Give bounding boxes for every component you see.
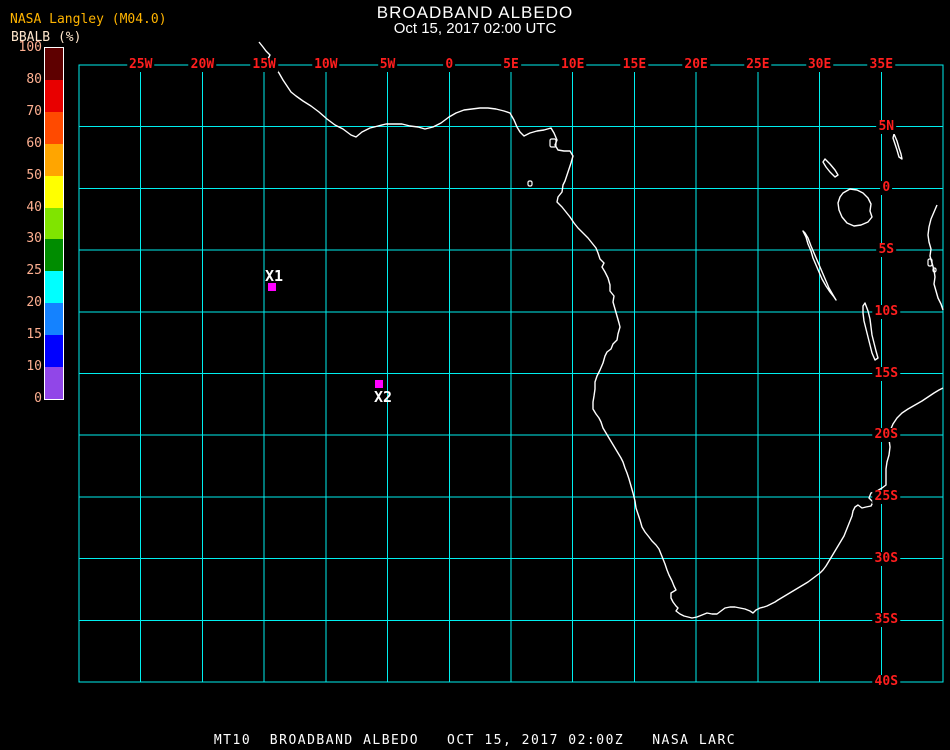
lake-outline bbox=[837, 188, 873, 227]
latitude-label: 5N bbox=[876, 118, 897, 134]
latitude-label: 25S bbox=[872, 488, 901, 504]
target-marker-x2 bbox=[375, 380, 383, 388]
longitude-label: 10E bbox=[558, 57, 587, 72]
footer-caption: MT10 BROADBAND ALBEDO OCT 15, 2017 02:00… bbox=[213, 733, 737, 748]
latitude-label: 20S bbox=[872, 427, 901, 443]
longitude-label: 15W bbox=[250, 57, 278, 72]
longitude-label: 5E bbox=[501, 57, 521, 72]
longitude-label: 35E bbox=[867, 57, 896, 72]
albedo-product-screen: BROADBAND ALBEDO Oct 15, 2017 02:00 UTC … bbox=[0, 0, 950, 750]
longitude-label: 30E bbox=[805, 57, 834, 72]
lake-outline bbox=[892, 133, 903, 160]
island-outline bbox=[527, 180, 533, 187]
latitude-label: 0 bbox=[880, 180, 893, 196]
latitude-label: 30S bbox=[872, 550, 901, 566]
target-marker-label-x2: X2 bbox=[374, 388, 393, 406]
latitude-label: 40S bbox=[872, 674, 901, 689]
latitude-label: 15S bbox=[872, 365, 901, 381]
lake-outline bbox=[822, 158, 839, 178]
island-outline bbox=[927, 258, 933, 267]
coastline bbox=[258, 41, 944, 619]
longitude-label: 5W bbox=[377, 57, 398, 72]
target-marker-label-x1: X1 bbox=[265, 267, 284, 285]
latitude-label: 5S bbox=[876, 242, 897, 258]
longitude-label: 20E bbox=[682, 57, 710, 72]
longitude-label: 10W bbox=[312, 57, 340, 72]
longitude-label: 0 bbox=[443, 57, 456, 72]
longitude-label: 15E bbox=[620, 57, 649, 72]
latitude-label: 35S bbox=[872, 612, 901, 628]
longitude-label: 25W bbox=[126, 57, 155, 72]
coastline bbox=[927, 204, 944, 311]
longitude-label: 20W bbox=[188, 57, 217, 72]
albedo-map-plot bbox=[78, 41, 944, 683]
longitude-label: 25E bbox=[744, 57, 772, 72]
latitude-label: 10S bbox=[872, 303, 901, 319]
